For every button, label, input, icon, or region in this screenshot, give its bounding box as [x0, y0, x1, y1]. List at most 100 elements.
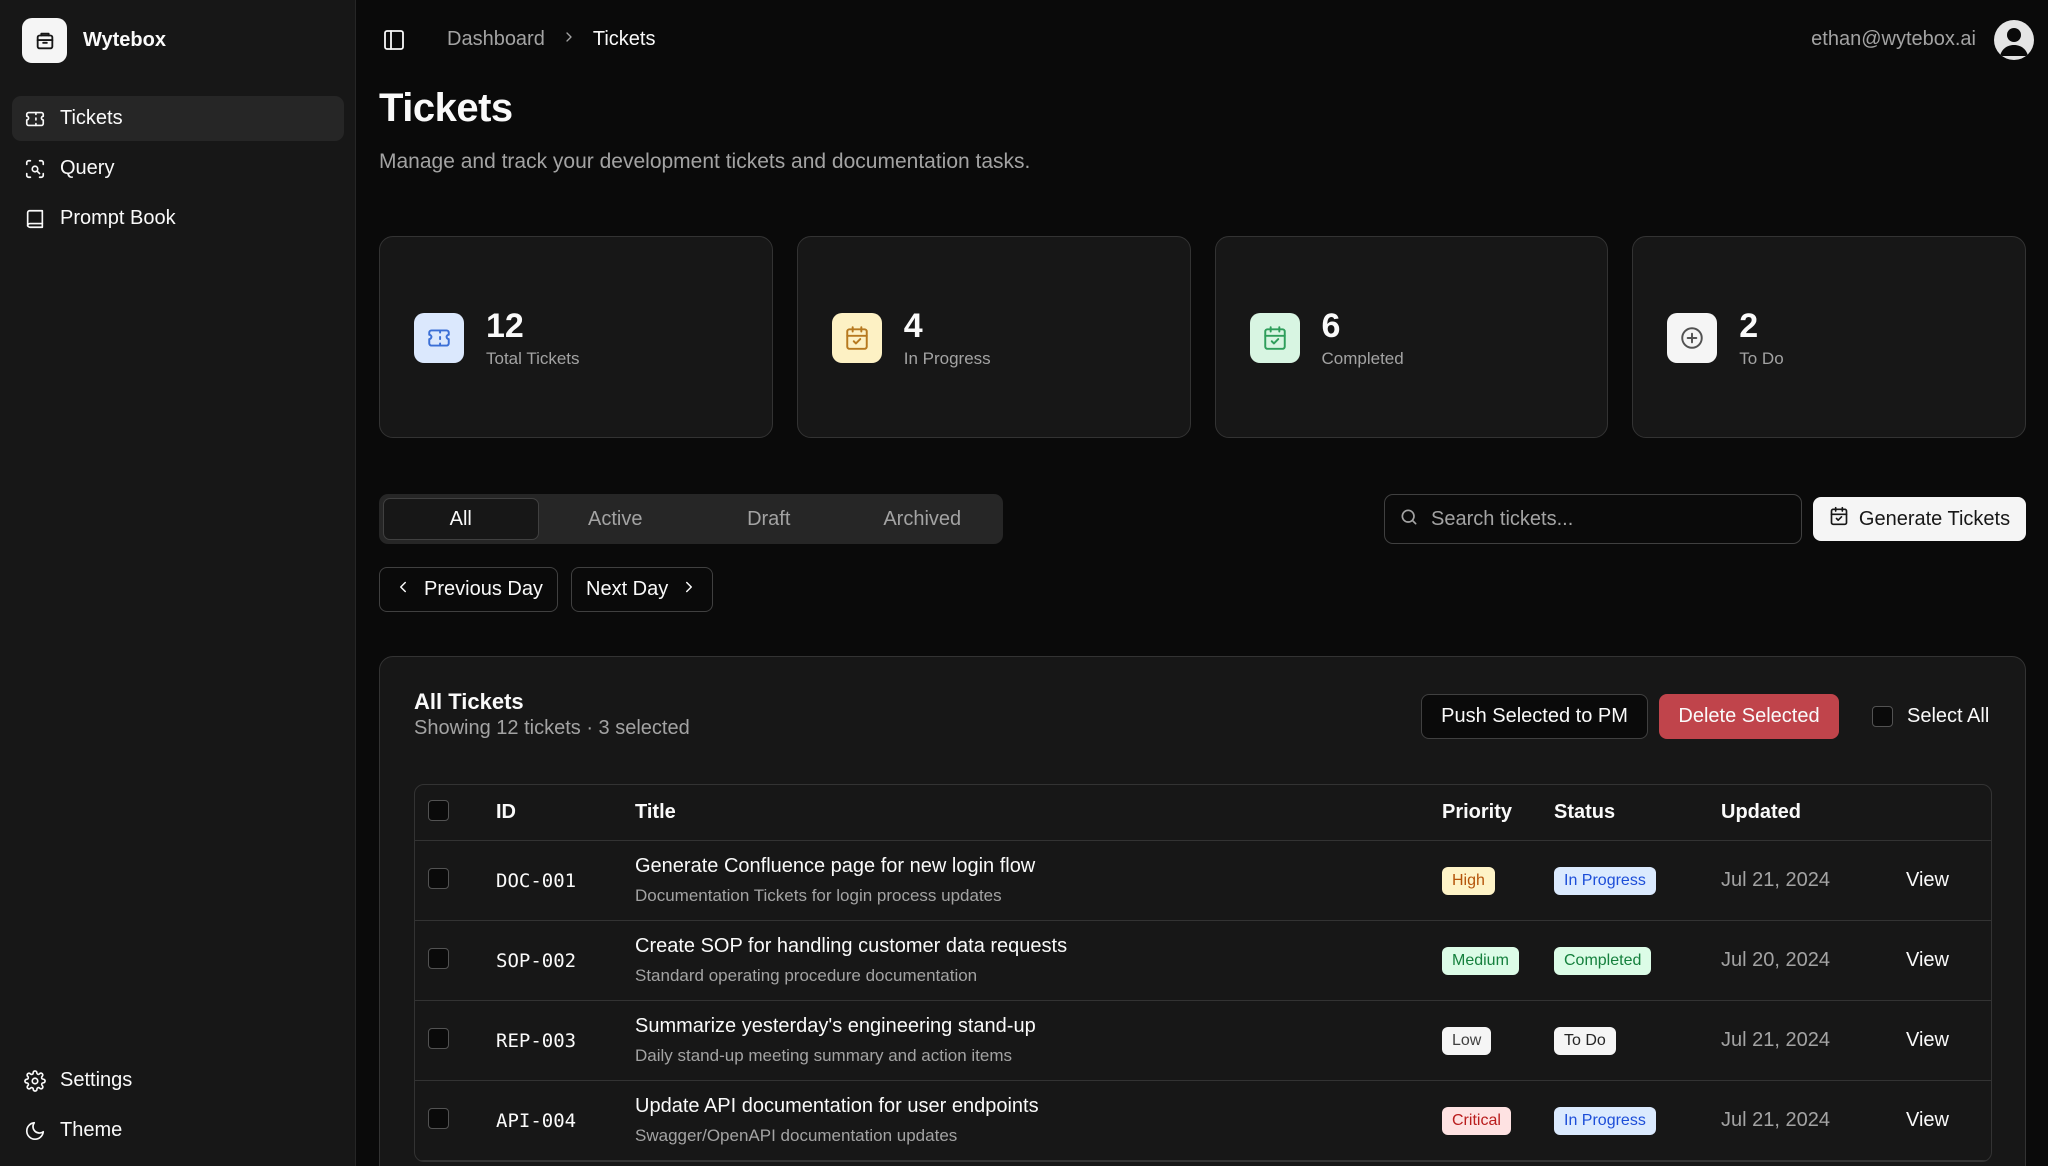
priority-badge: High — [1442, 866, 1495, 895]
stat-card-total: 12 Total Tickets — [379, 236, 773, 438]
gear-icon — [24, 1069, 46, 1092]
status-badge: In Progress — [1554, 1106, 1656, 1135]
row-checkbox[interactable] — [428, 1027, 449, 1049]
ticket-id: REP-003 — [496, 1029, 577, 1052]
stat-value: 6 — [1321, 307, 1341, 345]
updated-date: Jul 20, 2024 — [1721, 949, 1830, 971]
breadcrumb-tickets: Tickets — [592, 28, 656, 50]
calendar-check-icon — [1829, 506, 1849, 532]
page-title: Tickets — [379, 86, 513, 130]
sidebar-item-settings[interactable]: Settings — [12, 1058, 344, 1103]
plus-circle-icon — [1667, 313, 1718, 363]
select-all-toggle[interactable]: Select All — [1872, 705, 1989, 728]
next-day-button[interactable]: Next Day — [571, 567, 714, 612]
column-header-priority: Priority — [1442, 801, 1513, 823]
chevron-right-icon — [561, 28, 577, 51]
page-description: Manage and track your development ticket… — [379, 150, 1031, 173]
stat-label: To Do — [1739, 349, 1784, 368]
tab-all[interactable]: All — [383, 498, 539, 540]
ticket-subtitle: Swagger/OpenAPI documentation updates — [635, 1126, 958, 1145]
ticket-title: Generate Confluence page for new login f… — [635, 855, 1036, 877]
stat-label: In Progress — [903, 349, 991, 368]
row-checkbox[interactable] — [428, 867, 449, 889]
view-link[interactable]: View — [1906, 1029, 1991, 1052]
sidebar-toggle-icon[interactable] — [382, 28, 406, 52]
generate-tickets-button[interactable]: Generate Tickets — [1813, 497, 2026, 541]
sidebar-bottom: Settings Theme — [12, 1058, 344, 1158]
select-all-label: Select All — [1907, 705, 1990, 727]
tab-archived[interactable]: Archived — [846, 498, 1000, 540]
previous-day-button[interactable]: Previous Day — [379, 567, 558, 612]
status-badge: In Progress — [1554, 866, 1656, 895]
breadcrumb: Dashboard Tickets — [447, 28, 655, 51]
select-all-checkbox[interactable] — [1872, 706, 1893, 727]
sidebar-item-label: Settings — [60, 1069, 133, 1091]
view-link[interactable]: View — [1906, 949, 1991, 972]
box-logo-icon — [22, 18, 67, 63]
row-checkbox[interactable] — [428, 1107, 449, 1129]
ticket-subtitle: Standard operating procedure documentati… — [635, 966, 978, 985]
top-header: Dashboard Tickets ethan@wytebox.ai — [356, 0, 2048, 80]
table-row[interactable]: DOC-001 Generate Confluence page for new… — [415, 841, 1991, 921]
column-header-title: Title — [635, 801, 676, 823]
stat-card-in-progress: 4 In Progress — [796, 236, 1191, 438]
stat-card-completed: 6 Completed — [1214, 236, 1609, 438]
sidebar-item-theme[interactable]: Theme — [12, 1108, 344, 1153]
ticket-id: DOC-001 — [496, 869, 577, 892]
priority-badge: Low — [1442, 1026, 1492, 1055]
ticket-subtitle: Documentation Tickets for login process … — [635, 886, 1002, 905]
column-header-updated: Updated — [1721, 801, 1801, 823]
previous-day-label: Previous Day — [424, 578, 543, 600]
sidebar: Wytebox Tickets Query Prompt Book Settin… — [0, 0, 356, 1166]
tickets-table: ID Title Priority Status Updated DOC-001… — [414, 784, 1992, 1162]
tickets-card: All Tickets Showing 12 tickets · 3 selec… — [379, 656, 2026, 1166]
calendar-check-icon — [1249, 313, 1300, 363]
ticket-id: API-004 — [496, 1109, 577, 1132]
push-selected-button[interactable]: Push Selected to PM — [1421, 694, 1648, 739]
stat-card-todo: 2 To Do — [1632, 236, 2026, 438]
tab-active[interactable]: Active — [539, 498, 693, 540]
stat-value: 4 — [903, 307, 923, 345]
sidebar-item-label: Tickets — [60, 107, 123, 129]
priority-badge: Medium — [1442, 946, 1519, 975]
user-email: ethan@wytebox.ai — [1811, 28, 1976, 50]
stat-value: 2 — [1739, 307, 1759, 345]
brand[interactable]: Wytebox — [22, 18, 166, 63]
sidebar-item-label: Query — [60, 157, 115, 179]
avatar[interactable] — [1994, 20, 2034, 60]
table-header-row: ID Title Priority Status Updated — [415, 785, 1991, 841]
table-row[interactable]: API-004 Update API documentation for use… — [415, 1081, 1991, 1161]
sidebar-item-prompt-book[interactable]: Prompt Book — [12, 196, 344, 241]
header-checkbox[interactable] — [428, 799, 449, 821]
ticket-icon — [24, 108, 46, 130]
next-day-label: Next Day — [586, 578, 669, 600]
delete-selected-button[interactable]: Delete Selected — [1659, 694, 1839, 739]
scan-search-icon — [24, 158, 46, 180]
stat-value: 12 — [486, 307, 524, 345]
card-title: All Tickets — [414, 689, 524, 714]
search-input[interactable] — [1431, 507, 1771, 531]
ticket-title: Update API documentation for user endpoi… — [635, 1095, 1039, 1117]
calendar-clock-icon — [831, 313, 882, 363]
card-subtitle: Showing 12 tickets · 3 selected — [414, 717, 690, 739]
search-box — [1384, 494, 1802, 544]
table-row[interactable]: SOP-002 Create SOP for handling customer… — [415, 921, 1991, 1001]
brand-name: Wytebox — [83, 29, 166, 51]
tab-draft[interactable]: Draft — [692, 498, 846, 540]
generate-tickets-label: Generate Tickets — [1858, 507, 2011, 530]
stats-row: 12 Total Tickets 4 In Progress 6 Complet… — [379, 236, 2026, 438]
ticket-subtitle: Daily stand-up meeting summary and actio… — [635, 1046, 1012, 1065]
breadcrumb-dashboard[interactable]: Dashboard — [447, 28, 545, 51]
search-icon — [1399, 507, 1419, 532]
view-link[interactable]: View — [1906, 1109, 1991, 1132]
sidebar-item-query[interactable]: Query — [12, 146, 344, 191]
priority-badge: Critical — [1442, 1106, 1511, 1135]
table-row[interactable]: REP-003 Summarize yesterday's engineerin… — [415, 1001, 1991, 1081]
row-checkbox[interactable] — [428, 947, 449, 969]
updated-date: Jul 21, 2024 — [1721, 1029, 1830, 1051]
updated-date: Jul 21, 2024 — [1721, 1109, 1830, 1131]
book-icon — [24, 208, 46, 230]
column-header-status: Status — [1554, 801, 1616, 823]
sidebar-item-tickets[interactable]: Tickets — [12, 96, 344, 141]
view-link[interactable]: View — [1906, 869, 1991, 892]
